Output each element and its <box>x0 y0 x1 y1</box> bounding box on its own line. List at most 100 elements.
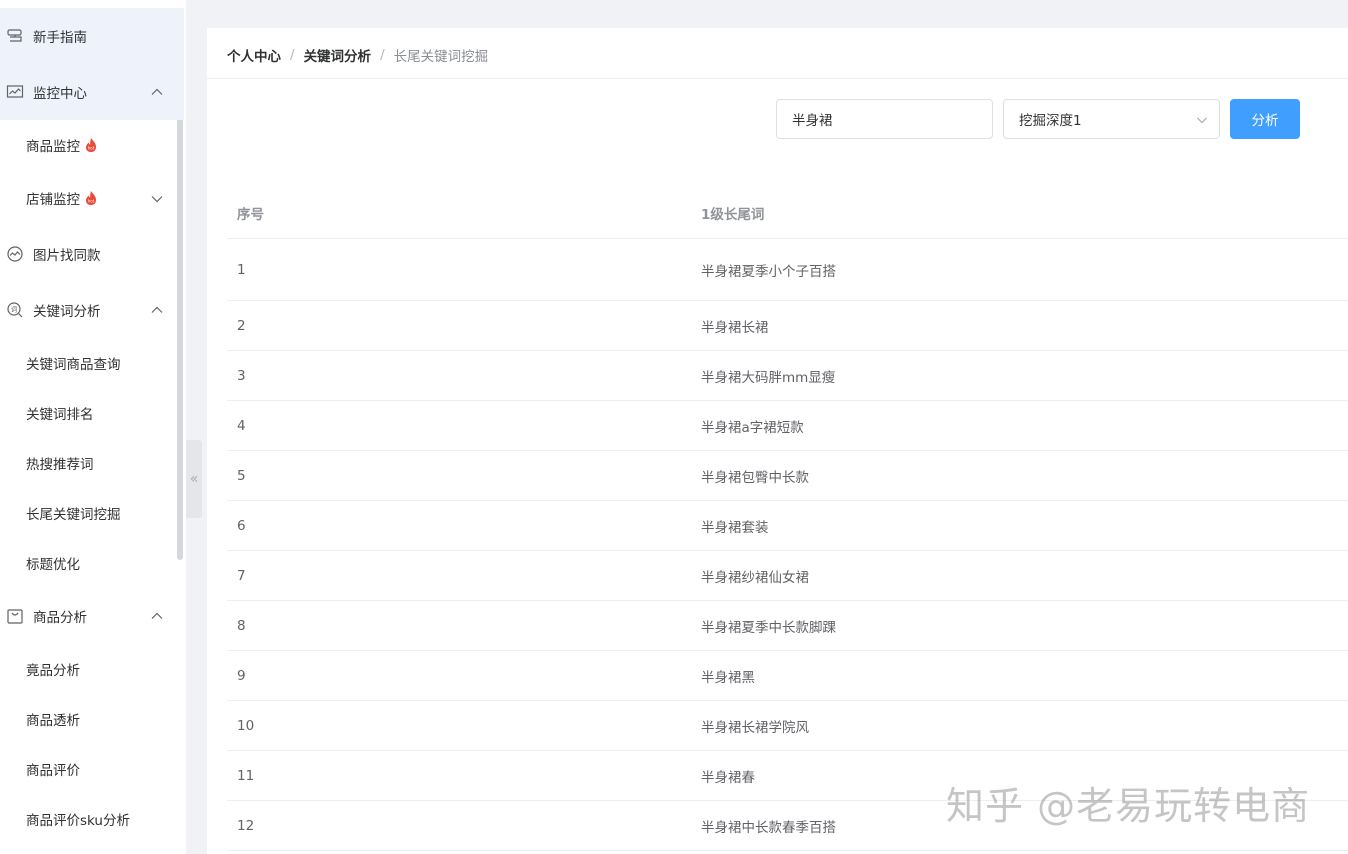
hot-icon: hot <box>86 138 96 152</box>
breadcrumb-separator: / <box>290 47 295 63</box>
row-keyword: 半身裙包臀中长款 <box>701 469 809 486</box>
sidebar-item-product-analysis[interactable]: 商品分析 <box>0 588 184 644</box>
sidebar: 新手指南 监控中心 商品监控 hot 店铺监控 hot 图片找同款 词 关键词分… <box>0 0 186 854</box>
sidebar-item-label: 商品分析 <box>33 610 87 626</box>
row-keyword: 半身裙中长款春季百搭 <box>701 819 836 836</box>
sidebar-item-keyword-product-query[interactable]: 关键词商品查询 <box>26 338 121 388</box>
breadcrumb-keyword-analysis[interactable]: 关键词分析 <box>304 45 372 65</box>
row-keyword: 半身裙套装 <box>701 519 769 536</box>
sidebar-item-product-monitor[interactable]: 商品监控 hot <box>26 120 98 170</box>
row-keyword: 半身裙大码胖mm显瘦 <box>701 369 836 386</box>
sidebar-item-label: 关键词分析 <box>33 304 101 320</box>
table-row: 8 半身裙夏季中长款脚踝 <box>227 601 1348 651</box>
sidebar-item-label: 新手指南 <box>33 30 87 46</box>
sidebar-item-keyword-ranking[interactable]: 关键词排名 <box>26 388 94 438</box>
row-index: 8 <box>237 617 246 634</box>
sidebar-item-keyword-analysis[interactable]: 词 关键词分析 <box>0 282 184 338</box>
row-index: 5 <box>237 467 246 484</box>
sidebar-item-label: 长尾关键词挖掘 <box>26 507 121 523</box>
breadcrumb: 个人中心 / 关键词分析 / 长尾关键词挖掘 <box>227 45 488 65</box>
column-header-keyword: 1级长尾词 <box>701 206 765 223</box>
sidebar-item-label: 商品评价sku分析 <box>26 813 130 829</box>
hot-icon: hot <box>86 191 96 205</box>
sidebar-item-label: 关键词商品查询 <box>26 357 121 373</box>
row-index: 12 <box>237 817 255 834</box>
breadcrumb-current: 长尾关键词挖掘 <box>393 49 489 65</box>
guide-icon <box>6 27 24 45</box>
table-body: 1 半身裙夏季小个子百搭 2 半身裙长裙 3 半身裙大码胖mm显瘦 4 半身裙a字裙短款 5 半身… <box>227 239 1348 851</box>
divider <box>207 78 1348 79</box>
sidebar-item-image-search[interactable]: 图片找同款 <box>0 226 184 282</box>
svg-text:词: 词 <box>11 306 18 314</box>
row-keyword: 半身裙春 <box>701 769 755 786</box>
row-keyword: 半身裙a字裙短款 <box>701 419 804 436</box>
breadcrumb-personal-center[interactable]: 个人中心 <box>227 45 281 65</box>
top-bar <box>186 0 1348 8</box>
sidebar-item-product-insight[interactable]: 商品透析 <box>26 694 80 744</box>
table-row: 1 半身裙夏季小个子百搭 <box>227 239 1348 301</box>
chevron-up-icon <box>150 85 164 99</box>
sidebar-item-label: 图片找同款 <box>33 248 101 264</box>
table-row: 9 半身裙黑 <box>227 651 1348 701</box>
sidebar-item-hot-search-words[interactable]: 热搜推荐词 <box>26 438 94 488</box>
sidebar-item-shop-monitor[interactable]: 店铺监控 hot <box>26 173 98 223</box>
double-chevron-left-icon: « <box>189 471 199 487</box>
monitor-icon <box>6 83 24 101</box>
keyword-input[interactable] <box>776 99 993 139</box>
row-index: 7 <box>237 567 246 584</box>
sidebar-item-label: 竟品分析 <box>26 663 80 679</box>
sidebar-collapse-button[interactable]: « <box>186 440 202 518</box>
sidebar-item-title-optimization[interactable]: 标题优化 <box>26 538 80 588</box>
row-keyword: 半身裙长裙学院风 <box>701 719 809 736</box>
sidebar-item-label: 关键词排名 <box>26 407 94 423</box>
sidebar-item-label: 标题优化 <box>26 557 80 573</box>
table-row: 6 半身裙套装 <box>227 501 1348 551</box>
sidebar-item-label: 热搜推荐词 <box>26 457 94 473</box>
row-keyword: 半身裙夏季小个子百搭 <box>701 263 836 280</box>
column-header-index: 序号 <box>237 206 264 223</box>
long-tail-table: 序号 1级长尾词 1 半身裙夏季小个子百搭 2 半身裙长裙 3 半身裙大码胖mm显瘦 4 半身… <box>227 186 1348 851</box>
table-row: 4 半身裙a字裙短款 <box>227 401 1348 451</box>
analyze-button[interactable]: 分析 <box>1230 99 1300 139</box>
svg-text:hot: hot <box>88 146 95 151</box>
chevron-down-icon <box>1197 117 1207 124</box>
sidebar-item-long-tail-mining[interactable]: 长尾关键词挖掘 <box>26 488 121 538</box>
keyword-icon: 词 <box>6 301 24 319</box>
sidebar-item-label: 商品评价 <box>26 763 80 779</box>
row-index: 6 <box>237 517 246 534</box>
table-header: 序号 1级长尾词 <box>227 186 1348 239</box>
row-index: 9 <box>237 667 246 684</box>
sidebar-item-product-reviews[interactable]: 商品评价 <box>26 744 80 794</box>
sidebar-item-label: 商品透析 <box>26 713 80 729</box>
row-keyword: 半身裙长裙 <box>701 319 769 336</box>
row-index: 11 <box>237 767 255 784</box>
sidebar-item-guide[interactable]: 新手指南 <box>0 8 184 64</box>
sidebar-item-label: 商品监控 <box>26 139 80 155</box>
sidebar-item-label: 店铺监控 <box>26 192 80 208</box>
row-index: 10 <box>237 717 255 734</box>
sidebar-item-monitor-center[interactable]: 监控中心 <box>0 64 184 120</box>
image-search-icon <box>6 245 24 263</box>
watermark: 知乎 @老易玩转电商 <box>946 784 1311 828</box>
row-index: 3 <box>237 367 246 384</box>
row-index: 2 <box>237 317 246 334</box>
depth-select[interactable]: 挖掘深度1 <box>1003 99 1220 139</box>
sidebar-item-review-sku-analysis[interactable]: 商品评价sku分析 <box>26 794 130 844</box>
sidebar-item-competitor-analysis[interactable]: 竟品分析 <box>26 644 80 694</box>
row-keyword: 半身裙夏季中长款脚踝 <box>701 619 836 636</box>
chevron-down-icon[interactable] <box>150 192 164 206</box>
table-row: 3 半身裙大码胖mm显瘦 <box>227 351 1348 401</box>
table-row: 2 半身裙长裙 <box>227 301 1348 351</box>
sidebar-item-label: 监控中心 <box>33 86 87 102</box>
row-index: 1 <box>237 261 246 278</box>
table-row: 10 半身裙长裙学院风 <box>227 701 1348 751</box>
svg-text:hot: hot <box>88 199 95 204</box>
table-row: 7 半身裙纱裙仙女裙 <box>227 551 1348 601</box>
depth-select-value: 挖掘深度1 <box>1019 113 1082 129</box>
bag-icon <box>6 607 24 625</box>
main-card: 个人中心 / 关键词分析 / 长尾关键词挖掘 挖掘深度1 分析 序号 1级长尾词… <box>207 28 1348 854</box>
table-row: 5 半身裙包臀中长款 <box>227 451 1348 501</box>
breadcrumb-separator: / <box>380 47 385 63</box>
row-index: 4 <box>237 417 246 434</box>
chevron-up-icon <box>150 303 164 317</box>
